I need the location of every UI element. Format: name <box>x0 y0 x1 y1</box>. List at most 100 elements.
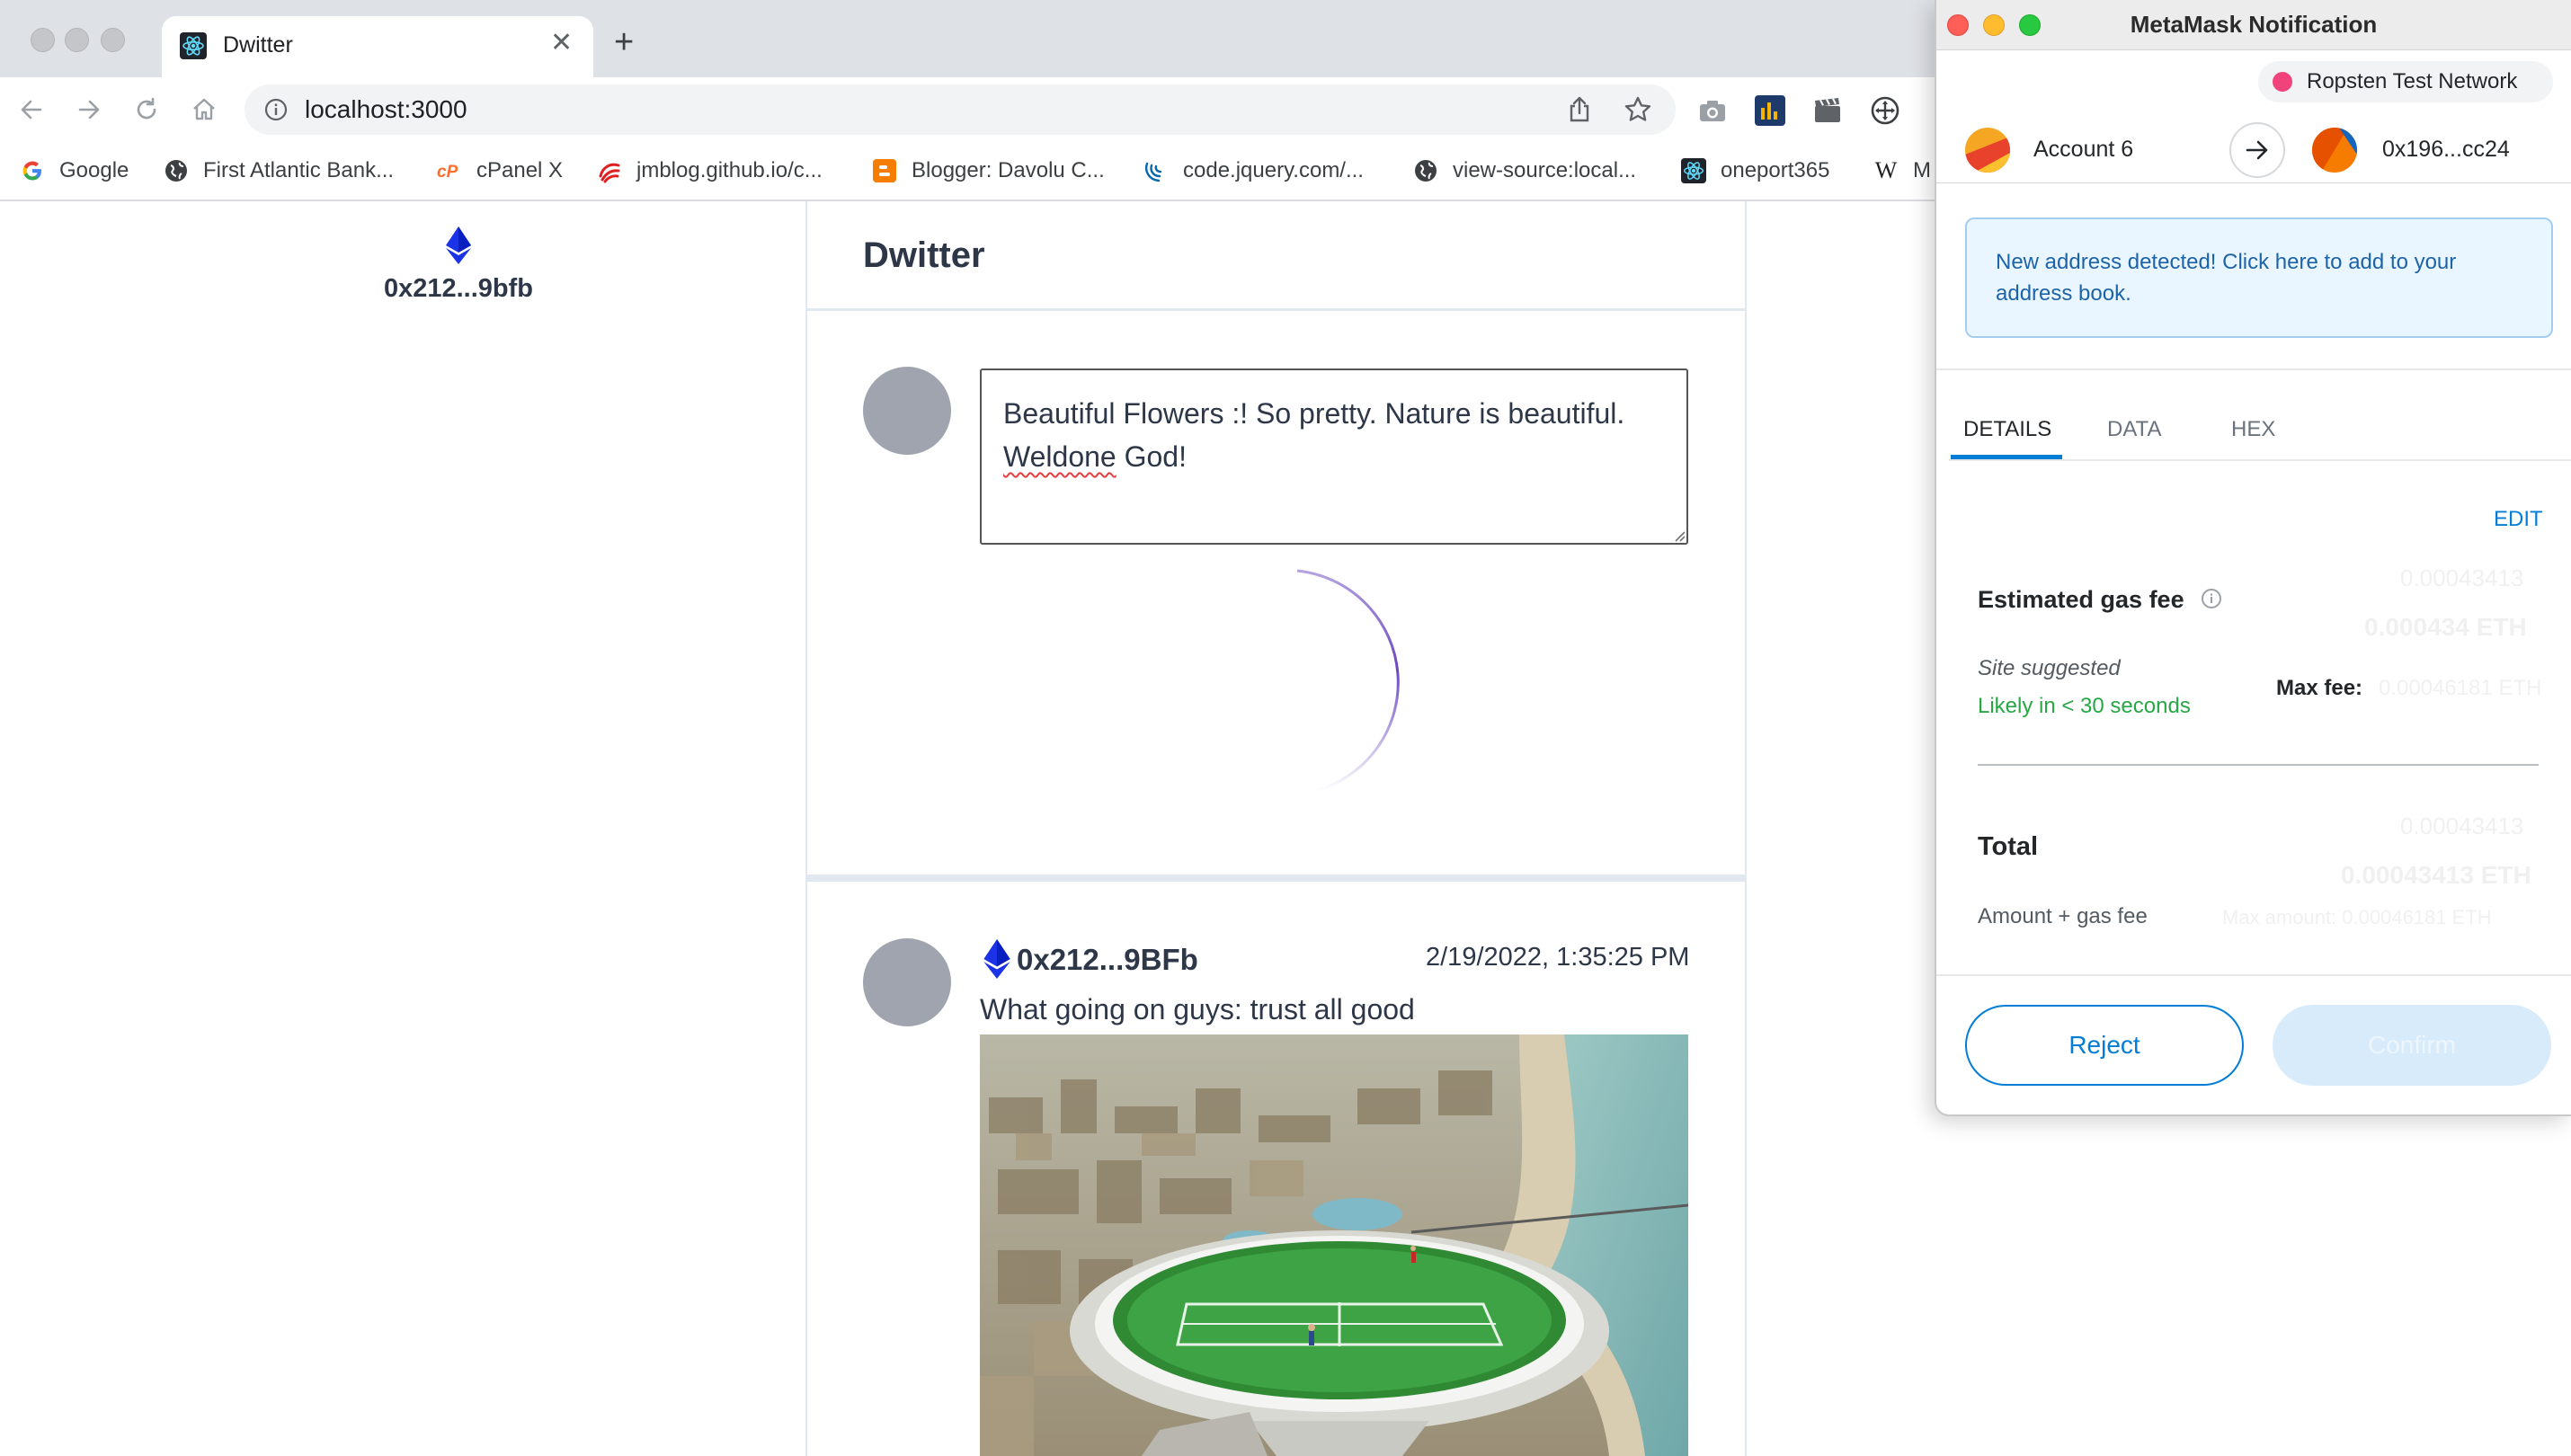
compose-textarea[interactable]: Beautiful Flowers :! So pretty. Nature i… <box>980 368 1688 545</box>
window-minimize-button[interactable] <box>65 28 89 52</box>
divider <box>1936 368 2571 370</box>
likely-time: Likely in < 30 seconds <box>1978 694 2191 718</box>
avatar <box>863 938 951 1026</box>
analytics-extension-icon[interactable] <box>1755 95 1785 126</box>
clapperboard-icon[interactable] <box>1812 95 1843 126</box>
share-icon[interactable] <box>1566 95 1593 124</box>
divider <box>1978 764 2539 766</box>
max-fee-value: 0.00046181 ETH <box>2379 676 2542 700</box>
account-address: 0x212...9bfb <box>383 274 534 303</box>
resize-handle-icon[interactable] <box>1670 527 1686 543</box>
globe-icon <box>164 158 189 183</box>
reject-button[interactable]: Reject <box>1965 1005 2244 1086</box>
new-address-notice[interactable]: New address detected! Click here to add … <box>1965 218 2553 338</box>
avatar <box>863 367 951 455</box>
info-icon[interactable] <box>2201 588 2222 609</box>
total-value: 0.00043413 <box>2400 812 2524 839</box>
loading-spinner <box>1296 569 1400 793</box>
new-tab-button[interactable]: + <box>614 25 634 59</box>
max-fee-label: Max fee: <box>2276 676 2363 700</box>
bookmark-label: view-source:local... <box>1453 158 1637 182</box>
network-label: Ropsten Test Network <box>2307 69 2518 93</box>
edit-gas-button[interactable]: EDIT <box>2494 507 2543 532</box>
close-icon[interactable]: ✕ <box>550 30 573 57</box>
bookmark-label: code.jquery.com/... <box>1183 158 1364 182</box>
post-image <box>980 1034 1688 1456</box>
window-zoom-button[interactable] <box>101 28 125 52</box>
to-account[interactable]: 0x196...cc24 <box>2382 137 2510 163</box>
post-author: 0x212...9BFb <box>1017 943 1198 976</box>
cpanel-icon: cP <box>437 158 462 183</box>
bookmark-item[interactable]: code.jquery.com/... <box>1143 153 1364 189</box>
window-close-button[interactable] <box>31 28 55 52</box>
total-title: Total <box>1978 832 2039 861</box>
react-icon <box>180 32 207 59</box>
tab-details[interactable]: DETAILS <box>1963 417 2051 442</box>
account-panel: 0x212...9bfb <box>360 226 557 304</box>
bookmark-item[interactable]: cP cPanel X <box>437 153 563 189</box>
post-timestamp: 2/19/2022, 1:35:25 PM <box>1426 943 1690 972</box>
bookmark-item[interactable]: view-source:local... <box>1413 153 1636 189</box>
amount-gas-label: Amount + gas fee <box>1978 904 2148 928</box>
bookmark-label: Blogger: Davolu C... <box>912 158 1105 182</box>
jquery-icon <box>1143 158 1169 183</box>
arrow-right-icon <box>2229 122 2285 178</box>
total-eth: 0.00043413 ETH <box>2341 861 2531 889</box>
bookmark-label: jmblog.github.io/c... <box>636 158 823 182</box>
page-title: Dwitter <box>863 235 985 275</box>
forward-icon[interactable] <box>70 91 108 129</box>
react-icon <box>1681 158 1706 183</box>
svg-text:cP: cP <box>437 163 458 182</box>
blogger-icon <box>872 158 897 183</box>
compose-text-line: Beautiful Flowers :! So pretty. Nature i… <box>1003 397 1625 430</box>
compose-text-fragment: God! <box>1116 440 1187 473</box>
bookmark-label: oneport365 <box>1721 158 1830 182</box>
recipient-avatar-icon <box>2312 128 2357 173</box>
back-icon[interactable] <box>13 91 50 129</box>
site-suggested-label: Site suggested <box>1978 656 2121 680</box>
url-text: localhost:3000 <box>305 95 467 123</box>
move-icon[interactable] <box>1870 95 1900 126</box>
tab-hex[interactable]: HEX <box>2231 417 2275 442</box>
compose-text-line: Weldone God! <box>1003 435 1665 478</box>
info-icon[interactable] <box>263 97 289 122</box>
metamask-title: MetaMask Notification <box>2130 11 2378 38</box>
divider <box>1936 974 2571 976</box>
bookmark-item[interactable]: oneport365 <box>1681 153 1829 189</box>
from-account[interactable]: Account 6 <box>2033 137 2133 163</box>
account-avatar-icon <box>1965 128 2010 173</box>
gas-fee-title: Estimated gas fee <box>1978 586 2184 613</box>
bookmark-item[interactable]: Blogger: Davolu C... <box>872 153 1105 189</box>
bookmark-item[interactable]: Google <box>20 153 129 189</box>
google-icon <box>20 158 45 183</box>
wikipedia-icon: W <box>1874 157 1898 183</box>
bookmark-label: cPanel X <box>476 158 564 182</box>
network-selector[interactable]: Ropsten Test Network <box>2258 61 2553 102</box>
tab-data[interactable]: DATA <box>2107 417 2161 442</box>
bookmark-label: Google <box>59 158 129 182</box>
bookmark-item[interactable]: W M <box>1873 153 1931 189</box>
network-dot-icon <box>2273 72 2292 92</box>
max-amount: Max amount: 0.00046181 ETH <box>2222 906 2492 928</box>
camera-icon[interactable] <box>1697 95 1728 126</box>
bookmark-item[interactable]: jmblog.github.io/c... <box>597 153 823 189</box>
home-icon[interactable] <box>185 91 223 129</box>
divider <box>807 308 1745 311</box>
gas-fee-eth: 0.000434 ETH <box>2364 613 2527 641</box>
bookmark-item[interactable]: First Atlantic Bank... <box>164 153 394 189</box>
swirl-icon <box>597 158 622 183</box>
bookmark-label: First Atlantic Bank... <box>203 158 395 182</box>
post-text: What going on guys: trust all good <box>980 993 1415 1025</box>
confirm-button[interactable]: Confirm <box>2273 1005 2551 1086</box>
ethereum-icon <box>446 226 471 264</box>
reload-icon[interactable] <box>128 91 165 129</box>
divider <box>807 874 1745 882</box>
divider <box>1949 459 2571 461</box>
gas-fee-value: 0.00043413 <box>2400 564 2524 591</box>
spellcheck-word: Weldone <box>1003 440 1116 473</box>
ethereum-icon <box>983 939 1010 979</box>
tab-title: Dwitter <box>223 32 293 58</box>
globe-icon <box>1413 158 1438 183</box>
bookmark-label: M <box>1913 158 1931 182</box>
star-icon[interactable] <box>1624 95 1652 124</box>
